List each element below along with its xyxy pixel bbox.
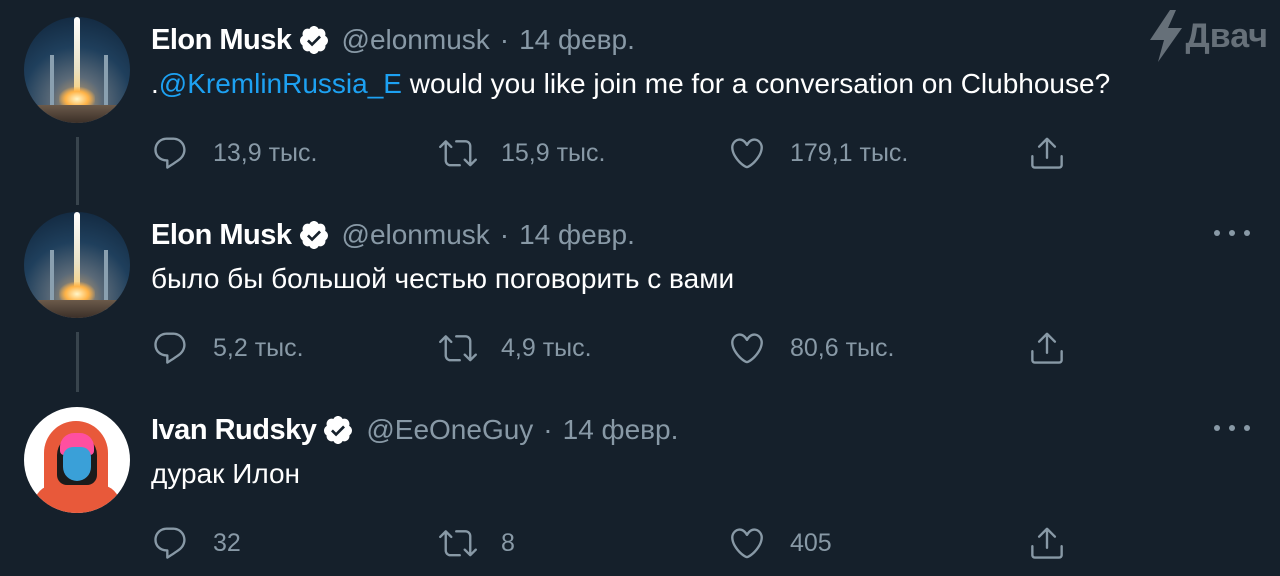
avatar[interactable] bbox=[24, 407, 130, 513]
retweet-icon bbox=[439, 140, 477, 167]
reply-count: 5,2 тыс. bbox=[213, 333, 304, 362]
tweet-body: would you like join me for a conversatio… bbox=[401, 68, 1111, 99]
separator: · bbox=[543, 414, 553, 445]
tweet-text: было бы большой честью поговорить с вами bbox=[151, 263, 735, 294]
retweet-count: 4,9 тыс. bbox=[501, 333, 592, 362]
reply-button[interactable]: 32 bbox=[151, 523, 241, 563]
more-options-button[interactable] bbox=[1214, 418, 1250, 438]
tweet-text: дурак Илон bbox=[151, 458, 301, 489]
author-handle[interactable]: @elonmusk bbox=[342, 24, 490, 56]
author-handle[interactable]: @EeOneGuy bbox=[366, 414, 533, 446]
like-button[interactable]: 405 bbox=[728, 523, 832, 563]
thread-connector bbox=[76, 137, 79, 205]
share-icon bbox=[1031, 527, 1063, 559]
lightning-icon bbox=[1149, 10, 1182, 62]
reply-count: 32 bbox=[213, 528, 241, 557]
reply-button[interactable]: 5,2 тыс. bbox=[151, 328, 304, 368]
more-options-button[interactable] bbox=[1214, 223, 1250, 243]
retweet-count: 15,9 тыс. bbox=[501, 138, 606, 167]
retweet-icon bbox=[439, 530, 477, 557]
share-button[interactable] bbox=[1028, 133, 1066, 173]
like-button[interactable]: 80,6 тыс. bbox=[728, 328, 894, 368]
author-handle[interactable]: @elonmusk bbox=[342, 219, 490, 251]
reply-icon bbox=[154, 332, 186, 364]
like-count: 405 bbox=[790, 528, 832, 557]
verified-badge-icon bbox=[299, 26, 328, 54]
reply-icon bbox=[154, 527, 186, 559]
tweet-date[interactable]: 14 февр. bbox=[563, 414, 679, 446]
tweet-text: .@KremlinRussia_E would you like join me… bbox=[151, 68, 1110, 100]
separator: · bbox=[499, 24, 510, 55]
tweet-header: Ivan Rudsky @EeOneGuy · 14 февр. bbox=[151, 412, 678, 448]
text-prefix: . bbox=[151, 68, 159, 99]
reply-count: 13,9 тыс. bbox=[213, 138, 318, 167]
heart-icon bbox=[731, 138, 763, 169]
heart-icon bbox=[731, 528, 763, 559]
tweet-actions: 32 8 405 bbox=[151, 523, 1091, 563]
dvach-watermark: Двач bbox=[1148, 10, 1268, 62]
reply-icon bbox=[154, 137, 186, 169]
avatar[interactable] bbox=[24, 17, 130, 123]
author-name[interactable]: Elon Musk bbox=[151, 24, 292, 57]
tweet-actions: 5,2 тыс. 4,9 тыс. 80,6 тыс. bbox=[151, 328, 1091, 368]
watermark-text: Двач bbox=[1185, 16, 1268, 55]
like-count: 179,1 тыс. bbox=[790, 138, 909, 167]
tweet-thread: Двач Elon Musk @elonmusk · 14 февр. .@Kr… bbox=[0, 0, 1280, 576]
like-count: 80,6 тыс. bbox=[790, 333, 895, 362]
share-button[interactable] bbox=[1028, 523, 1066, 563]
like-button[interactable]: 179,1 тыс. bbox=[728, 133, 908, 173]
retweet-button[interactable]: 8 bbox=[439, 523, 515, 563]
verified-badge-icon bbox=[299, 221, 328, 249]
author-name[interactable]: Ivan Rudsky bbox=[151, 414, 317, 447]
separator: · bbox=[499, 219, 510, 250]
share-icon bbox=[1031, 332, 1063, 364]
tweet-actions: 13,9 тыс. 15,9 тыс. 179,1 тыс. bbox=[151, 133, 1091, 173]
share-button[interactable] bbox=[1028, 328, 1066, 368]
tweet-date[interactable]: 14 февр. bbox=[519, 219, 635, 251]
tweet-header: Elon Musk @elonmusk · 14 февр. bbox=[151, 217, 635, 253]
retweet-icon bbox=[439, 335, 477, 362]
thread-connector bbox=[76, 332, 79, 392]
tweet-header: Elon Musk @elonmusk · 14 февр. bbox=[151, 22, 635, 58]
share-icon bbox=[1031, 137, 1063, 169]
retweet-button[interactable]: 15,9 тыс. bbox=[439, 133, 605, 173]
tweet-date[interactable]: 14 февр. bbox=[519, 24, 635, 56]
retweet-button[interactable]: 4,9 тыс. bbox=[439, 328, 592, 368]
reply-button[interactable]: 13,9 тыс. bbox=[151, 133, 317, 173]
retweet-count: 8 bbox=[501, 528, 515, 557]
author-name[interactable]: Elon Musk bbox=[151, 219, 292, 252]
heart-icon bbox=[731, 333, 763, 364]
mention-link[interactable]: @KremlinRussia_E bbox=[159, 68, 402, 99]
avatar[interactable] bbox=[24, 212, 130, 318]
verified-badge-icon bbox=[324, 416, 353, 444]
